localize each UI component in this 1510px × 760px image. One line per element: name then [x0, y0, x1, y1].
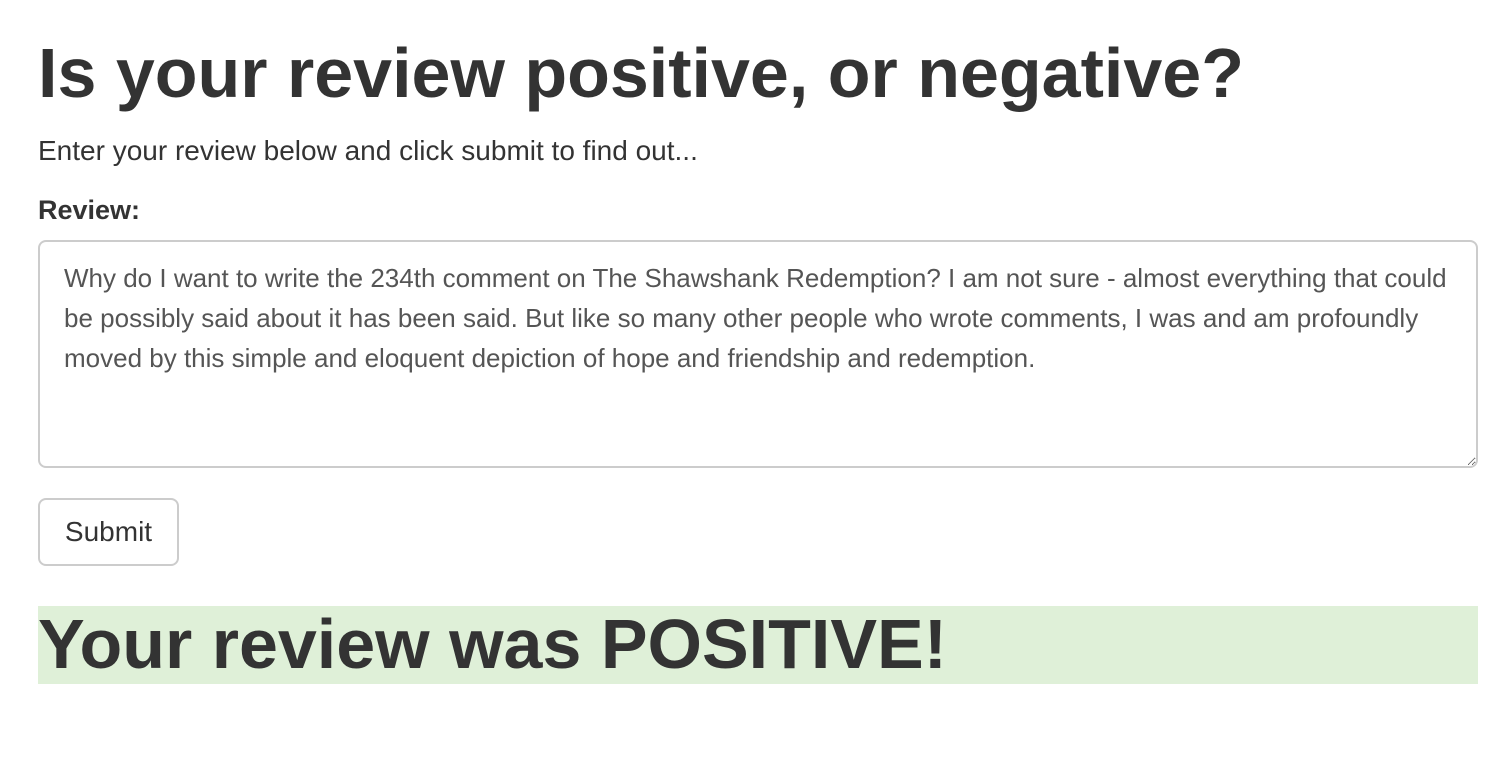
result-text: Your review was POSITIVE! — [38, 605, 948, 683]
page-subtitle: Enter your review below and click submit… — [38, 135, 698, 166]
review-label: Review: — [38, 195, 141, 225]
submit-button[interactable]: Submit — [38, 498, 179, 566]
result-banner: Your review was POSITIVE! — [38, 605, 1478, 684]
review-textarea[interactable]: Why do I want to write the 234th comment… — [38, 240, 1478, 468]
page-title: Is your review positive, or negative? — [38, 34, 1244, 112]
